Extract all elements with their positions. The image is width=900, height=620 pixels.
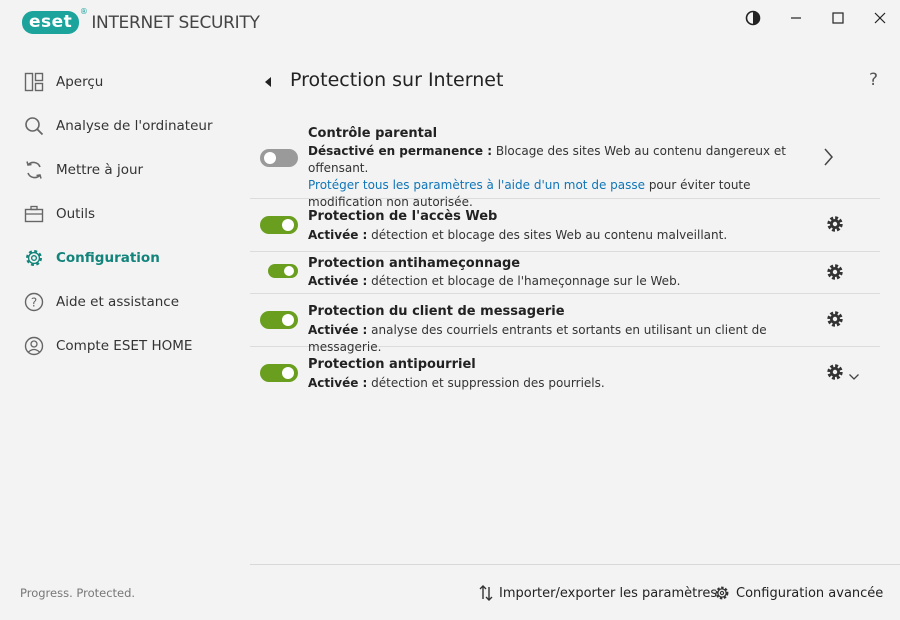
gear-icon — [715, 586, 729, 600]
gear-icon[interactable] — [825, 309, 845, 329]
row-title: Protection antihameçonnage — [308, 256, 521, 271]
search-icon — [24, 116, 44, 136]
advanced-setup-label: Configuration avancée — [736, 585, 884, 601]
sidebar-item-outils[interactable]: Outils — [0, 194, 250, 234]
toggle-antihameconnage[interactable] — [268, 264, 298, 278]
list-item-antihameconnage: Protection antihameçonnage Activée : dét… — [250, 252, 880, 294]
gear-icon — [24, 248, 44, 268]
advanced-setup-button[interactable]: Configuration avancée — [714, 585, 883, 601]
page-title: Protection sur Internet — [290, 69, 504, 91]
minimize-icon[interactable] — [784, 6, 808, 30]
toggle-client-messagerie[interactable] — [260, 311, 298, 329]
sidebar-item-label: Aperçu — [56, 74, 104, 90]
import-export-icon — [479, 585, 493, 601]
main-panel: Protection sur Internet ? Contrôle paren… — [250, 50, 900, 620]
toggle-controle-parental[interactable] — [260, 149, 298, 167]
account-icon — [24, 336, 44, 356]
sidebar: Aperçu Analyse de l'ordinateur Mettre à … — [0, 50, 250, 620]
row-description: Activée : détection et suppression des p… — [308, 376, 605, 390]
sidebar-item-configuration[interactable]: Configuration — [0, 238, 250, 278]
list-item-acces-web: Protection de l'accès Web Activée : déte… — [250, 199, 880, 252]
contrast-icon[interactable] — [741, 6, 765, 30]
svg-text:?: ? — [31, 296, 37, 310]
logo-badge: eset ® — [22, 7, 88, 34]
chevron-right-icon[interactable] — [822, 147, 834, 167]
toggle-acces-web[interactable] — [260, 216, 298, 234]
sidebar-item-analyse[interactable]: Analyse de l'ordinateur — [0, 106, 250, 146]
row-title: Contrôle parental — [308, 126, 438, 141]
back-arrow-icon[interactable] — [262, 74, 274, 88]
product-name: INTERNET SECURITY — [91, 12, 260, 33]
refresh-icon — [24, 160, 44, 180]
row-description: Activée : détection et blocage des sites… — [308, 228, 728, 242]
overview-icon — [24, 72, 44, 92]
sidebar-item-label: Mettre à jour — [56, 162, 144, 178]
help-button[interactable]: ? — [869, 70, 878, 90]
sidebar-item-label: Outils — [56, 206, 96, 222]
row-title: Protection antipourriel — [308, 357, 476, 372]
sidebar-item-apercu[interactable]: Aperçu — [0, 62, 250, 102]
list-item-antipourriel: Protection antipourriel Activée : détect… — [250, 347, 880, 400]
sidebar-item-aide[interactable]: ? Aide et assistance — [0, 282, 250, 322]
gear-icon[interactable] — [825, 362, 845, 382]
sidebar-item-label: Compte ESET HOME — [56, 338, 193, 354]
row-description: Activée : détection et blocage de l'hame… — [308, 274, 681, 288]
tagline: Progress. Protected. — [20, 586, 136, 600]
eset-logo: eset ® INTERNET SECURITY — [22, 7, 260, 34]
password-protect-link[interactable]: Protéger tous les paramètres à l'aide d'… — [308, 178, 645, 192]
title-bar: eset ® INTERNET SECURITY — [0, 0, 900, 50]
row-title: Protection de l'accès Web — [308, 209, 498, 224]
toolbox-icon — [24, 204, 44, 224]
gear-icon[interactable] — [825, 262, 845, 282]
maximize-icon[interactable] — [826, 6, 850, 30]
sidebar-item-label: Configuration — [56, 250, 160, 266]
chevron-down-icon[interactable] — [848, 367, 860, 380]
bottom-bar: Importer/exporter les paramètres Configu… — [250, 564, 900, 620]
import-export-label: Importer/exporter les paramètres — [499, 585, 718, 601]
sidebar-item-compte[interactable]: Compte ESET HOME — [0, 326, 250, 366]
close-icon[interactable] — [868, 6, 892, 30]
row-title: Protection du client de messagerie — [308, 304, 565, 319]
sidebar-item-mettre-a-jour[interactable]: Mettre à jour — [0, 150, 250, 190]
sidebar-item-label: Analyse de l'ordinateur — [56, 118, 213, 134]
list-item-client-messagerie: Protection du client de messagerie Activ… — [250, 294, 880, 354]
help-icon: ? — [24, 292, 44, 312]
toggle-antipourriel[interactable] — [260, 364, 298, 382]
list-item-controle-parental: Contrôle parental Désactivé en permanenc… — [250, 120, 880, 209]
import-export-button[interactable]: Importer/exporter les paramètres — [479, 585, 717, 601]
gear-icon[interactable] — [825, 214, 845, 234]
sidebar-item-label: Aide et assistance — [56, 294, 180, 310]
